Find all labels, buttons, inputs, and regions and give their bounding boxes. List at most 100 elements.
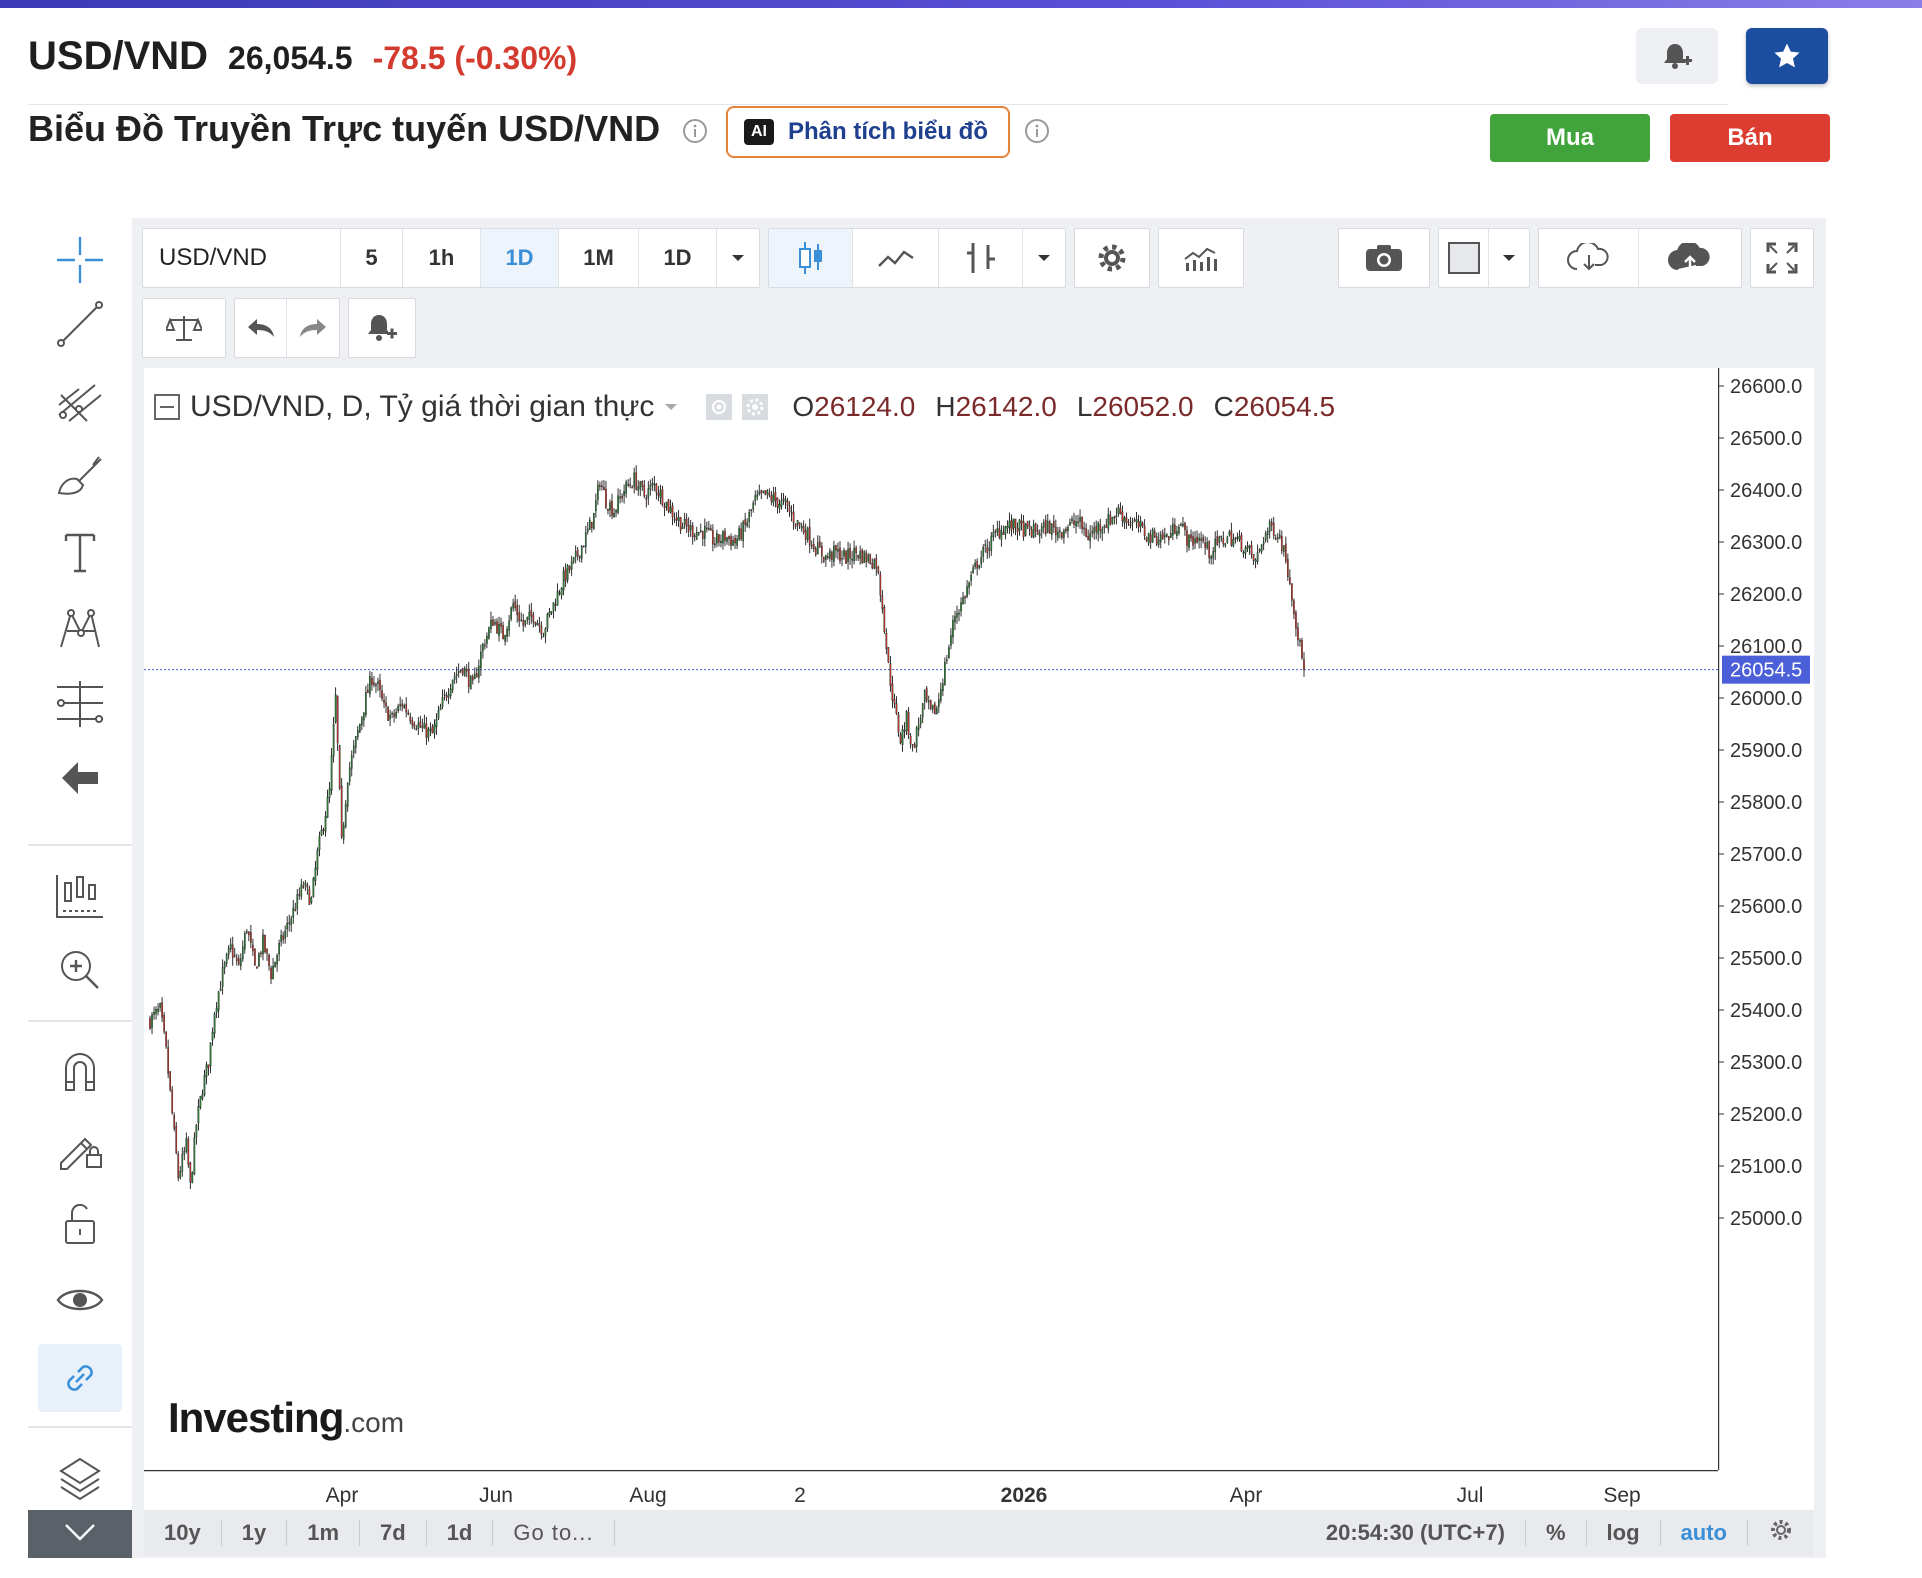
candle [312, 876, 315, 898]
candle [968, 581, 970, 595]
gear-icon[interactable] [1075, 229, 1149, 287]
candle [1287, 553, 1289, 581]
range-7d[interactable]: 7d [360, 1520, 427, 1546]
candle [294, 902, 297, 912]
info-icon[interactable] [682, 118, 708, 144]
candle [738, 525, 740, 542]
interval-5[interactable]: 5 [341, 229, 403, 287]
info-icon[interactable] [1024, 118, 1050, 144]
layers-icon[interactable] [28, 1448, 132, 1508]
interval-chevron-down-icon[interactable] [717, 229, 759, 287]
candle [1117, 504, 1120, 517]
candle [286, 916, 289, 938]
candle [887, 647, 890, 664]
watchlist-star-button[interactable] [1746, 28, 1828, 84]
candle [925, 685, 928, 703]
buy-button[interactable]: Mua [1490, 114, 1650, 162]
magnet-icon[interactable] [28, 1042, 132, 1102]
candle [1065, 526, 1067, 534]
symbol-search-input[interactable]: USD/VND [143, 229, 341, 287]
add-alert-icon[interactable] [349, 299, 415, 357]
candle [461, 667, 464, 677]
auto-toggle[interactable]: auto [1661, 1520, 1748, 1546]
legend-chevron-down-icon[interactable] [664, 402, 678, 412]
candle [990, 531, 993, 556]
range-1m[interactable]: 1m [287, 1520, 360, 1546]
candle [423, 714, 426, 729]
axis-settings-gear-icon[interactable] [1748, 1517, 1814, 1549]
fullscreen-icon[interactable] [1751, 229, 1813, 287]
candle [201, 1089, 204, 1101]
lock-drawing-icon[interactable] [28, 1118, 132, 1178]
collapse-legend-icon[interactable] [154, 394, 180, 420]
candle [851, 551, 853, 569]
line-chart-icon[interactable] [853, 229, 939, 287]
candle [1129, 516, 1132, 529]
candle [239, 953, 242, 971]
candle [613, 507, 615, 518]
chart-plot-area[interactable]: USD/VND, D, Tỷ giá thời gian thực O26124… [144, 368, 1718, 1470]
candle [940, 682, 942, 704]
crosshair-icon[interactable] [28, 230, 132, 290]
ai-chart-analysis-button[interactable]: AI Phân tích biểu đồ [726, 106, 1010, 158]
candle [839, 541, 841, 565]
pattern-icon[interactable] [28, 598, 132, 658]
brush-icon[interactable] [28, 446, 132, 506]
candle [673, 512, 676, 524]
candle [863, 550, 866, 564]
collapse-toolbar-icon[interactable] [28, 1510, 132, 1558]
candle [1297, 622, 1299, 647]
sell-button[interactable]: Bán [1670, 114, 1830, 162]
interval-1d-dropdown[interactable]: 1D [639, 229, 717, 287]
pitchfork-icon[interactable] [28, 370, 132, 430]
candle [266, 948, 268, 961]
gear-icon[interactable] [742, 394, 769, 420]
candle [933, 701, 936, 715]
goto-date[interactable]: Go to... [493, 1520, 615, 1546]
bar-chart-icon[interactable] [939, 229, 1023, 287]
trend-line-icon[interactable] [28, 294, 132, 354]
log-toggle[interactable]: log [1587, 1520, 1661, 1546]
candle [810, 540, 813, 550]
eye-icon[interactable] [706, 394, 733, 420]
interval-1h[interactable]: 1h [403, 229, 481, 287]
add-alert-button[interactable] [1636, 28, 1718, 84]
percent-toggle[interactable]: % [1526, 1520, 1587, 1546]
link-icon[interactable] [38, 1344, 122, 1412]
interval-1m[interactable]: 1M [559, 229, 639, 287]
measure-icon[interactable] [28, 674, 132, 734]
ruler-icon[interactable] [28, 866, 132, 926]
candle [758, 484, 761, 496]
candle [1105, 518, 1108, 528]
arrow-left-icon[interactable] [28, 748, 132, 808]
candle [346, 782, 349, 812]
redo-icon[interactable] [287, 299, 339, 357]
zoom-in-icon[interactable] [28, 940, 132, 1000]
candle [292, 900, 295, 924]
undo-icon[interactable] [235, 299, 287, 357]
chart-type-chevron-down-icon[interactable] [1023, 229, 1065, 287]
range-1d[interactable]: 1d [427, 1520, 494, 1546]
candle [302, 881, 305, 889]
candle [363, 712, 365, 727]
unlock-icon[interactable] [28, 1194, 132, 1254]
cloud-download-icon[interactable] [1539, 229, 1639, 287]
layout-square-icon[interactable] [1439, 229, 1489, 287]
candle [966, 580, 968, 599]
candle [831, 550, 833, 568]
candle [193, 1132, 196, 1176]
eye-icon[interactable] [28, 1270, 132, 1330]
text-tool-icon[interactable] [28, 522, 132, 582]
price-axis[interactable]: 26600.0 26500.0 26400.0 26300.0 26200.0 26100… [1717, 368, 1814, 1470]
candlestick-icon[interactable] [769, 229, 853, 287]
layout-chevron-down-icon[interactable] [1489, 229, 1529, 287]
indicators-icon[interactable] [1159, 229, 1243, 287]
range-1y[interactable]: 1y [222, 1520, 288, 1546]
compare-scale-icon[interactable] [143, 299, 225, 357]
camera-icon[interactable] [1339, 229, 1429, 287]
time-axis[interactable]: Apr Jun Aug 2 2026 Apr Jul Sep [144, 1469, 1814, 1510]
interval-1d[interactable]: 1D [481, 229, 559, 287]
price-tick-label: 26600.0 [1730, 376, 1802, 398]
range-10y[interactable]: 10y [144, 1520, 222, 1546]
cloud-upload-icon[interactable] [1639, 229, 1741, 287]
